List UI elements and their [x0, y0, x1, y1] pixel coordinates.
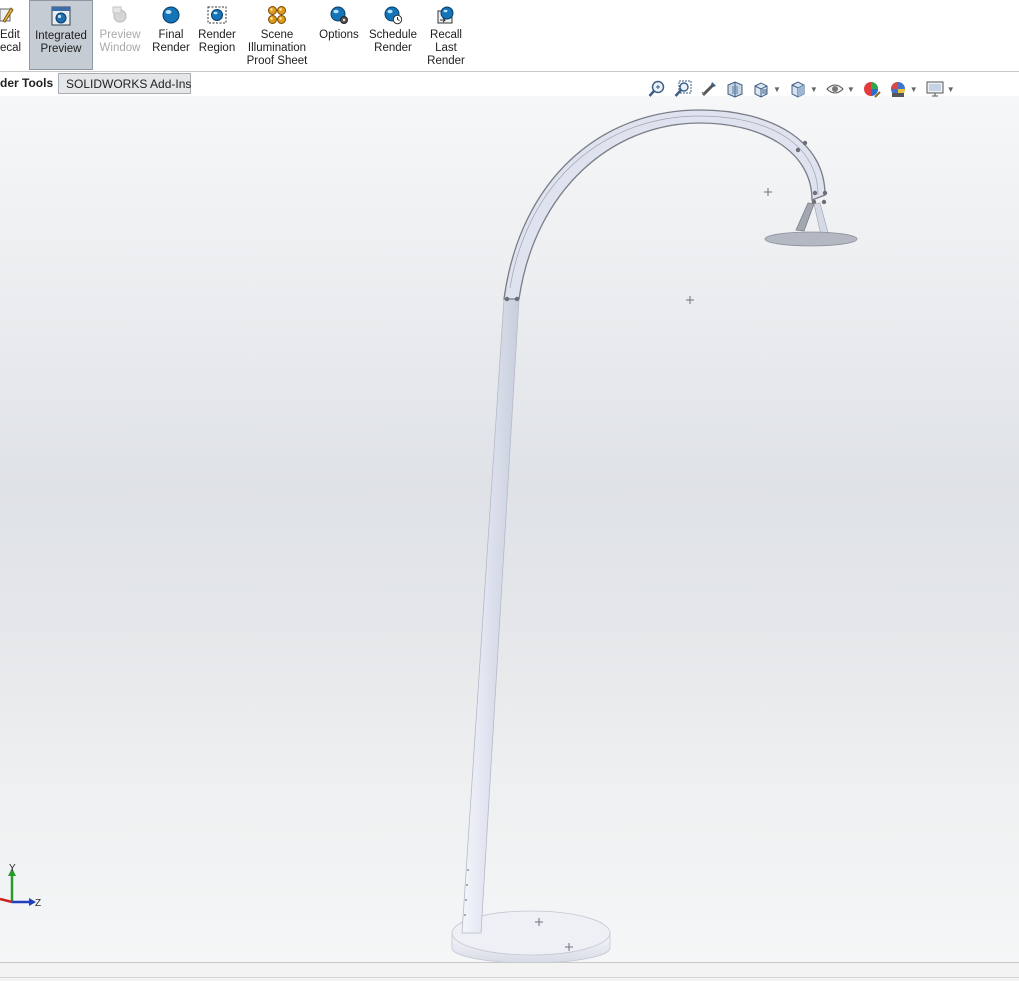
- scene-illumination-icon: [266, 4, 288, 26]
- reference-triad: Y Z: [0, 863, 41, 909]
- zoom-to-area-icon[interactable]: [672, 79, 694, 99]
- heads-up-view-toolbar: ▼ ▼ ▼ ▼ ▼: [646, 78, 961, 100]
- tab-solidworks-add-ins[interactable]: SOLIDWORKS Add-Ins: [58, 73, 191, 94]
- lamp-model[interactable]: [0, 96, 1019, 962]
- preview-window-icon: [109, 4, 131, 26]
- status-bar: [0, 962, 1019, 981]
- previous-view-icon[interactable]: [698, 79, 720, 99]
- preview-window-button[interactable]: Preview Window: [96, 0, 144, 70]
- final-render-label: Final Render: [152, 29, 190, 54]
- display-style-icon[interactable]: [787, 79, 809, 99]
- integrated-preview-label: Integrated Preview: [35, 30, 87, 55]
- integrated-preview-button[interactable]: Integrated Preview: [29, 0, 93, 70]
- apply-scene-dropdown-arrow[interactable]: ▼: [910, 85, 918, 94]
- recall-render-icon: [435, 4, 457, 26]
- edit-decal-label: Edit ecal: [0, 29, 22, 54]
- view-settings-icon[interactable]: [924, 79, 946, 99]
- scene-illumination-label: Scene Illumination Proof Sheet: [246, 29, 308, 67]
- final-render-icon: [160, 4, 182, 26]
- triad-x-axis: [0, 897, 13, 904]
- integrated-preview-icon: [50, 5, 72, 27]
- display-style-dropdown-arrow[interactable]: ▼: [810, 85, 818, 94]
- edit-decal-icon: [0, 4, 14, 26]
- lamp-shade[interactable]: [764, 202, 858, 247]
- render-region-icon: [206, 4, 228, 26]
- hide-show-dropdown-arrow[interactable]: ▼: [847, 85, 855, 94]
- scene-illumination-proof-sheet-button[interactable]: Scene Illumination Proof Sheet: [244, 0, 310, 70]
- triad-y-label: Y: [9, 863, 16, 874]
- hide-show-items-icon[interactable]: [824, 79, 846, 99]
- schedule-clock-icon: [382, 4, 404, 26]
- render-region-label: Render Region: [198, 29, 236, 54]
- reference-points: [535, 188, 772, 951]
- zoom-to-fit-icon[interactable]: [646, 79, 668, 99]
- lamp-pole[interactable]: [461, 298, 520, 934]
- options-label: Options: [319, 29, 359, 41]
- render-tools-ribbon: Edit ecal Integrated Preview Preview Win…: [0, 0, 1019, 72]
- options-button[interactable]: Options: [316, 0, 362, 70]
- final-render-button[interactable]: Final Render: [149, 0, 193, 70]
- view-orientation-icon[interactable]: [750, 79, 772, 99]
- view-orientation-dropdown-arrow[interactable]: ▼: [773, 85, 781, 94]
- apply-scene-icon[interactable]: [887, 79, 909, 99]
- edit-decal-button[interactable]: Edit ecal: [0, 0, 24, 70]
- preview-window-label: Preview Window: [99, 29, 141, 54]
- recall-last-render-label: Recall Last Render: [427, 29, 465, 67]
- section-view-icon[interactable]: [724, 79, 746, 99]
- view-settings-dropdown-arrow[interactable]: ▼: [947, 85, 955, 94]
- lamp-arm[interactable]: [503, 109, 828, 302]
- recall-last-render-button[interactable]: Recall Last Render: [424, 0, 468, 70]
- edit-appearance-icon[interactable]: [861, 79, 883, 99]
- options-gear-icon: [328, 4, 350, 26]
- triad-z-label: Z: [35, 898, 41, 909]
- render-region-button[interactable]: Render Region: [195, 0, 239, 70]
- tab-render-tools[interactable]: der Tools: [0, 73, 60, 94]
- schedule-render-button[interactable]: Schedule Render: [367, 0, 419, 70]
- schedule-render-label: Schedule Render: [369, 29, 417, 54]
- status-bar-divider: [0, 977, 1019, 978]
